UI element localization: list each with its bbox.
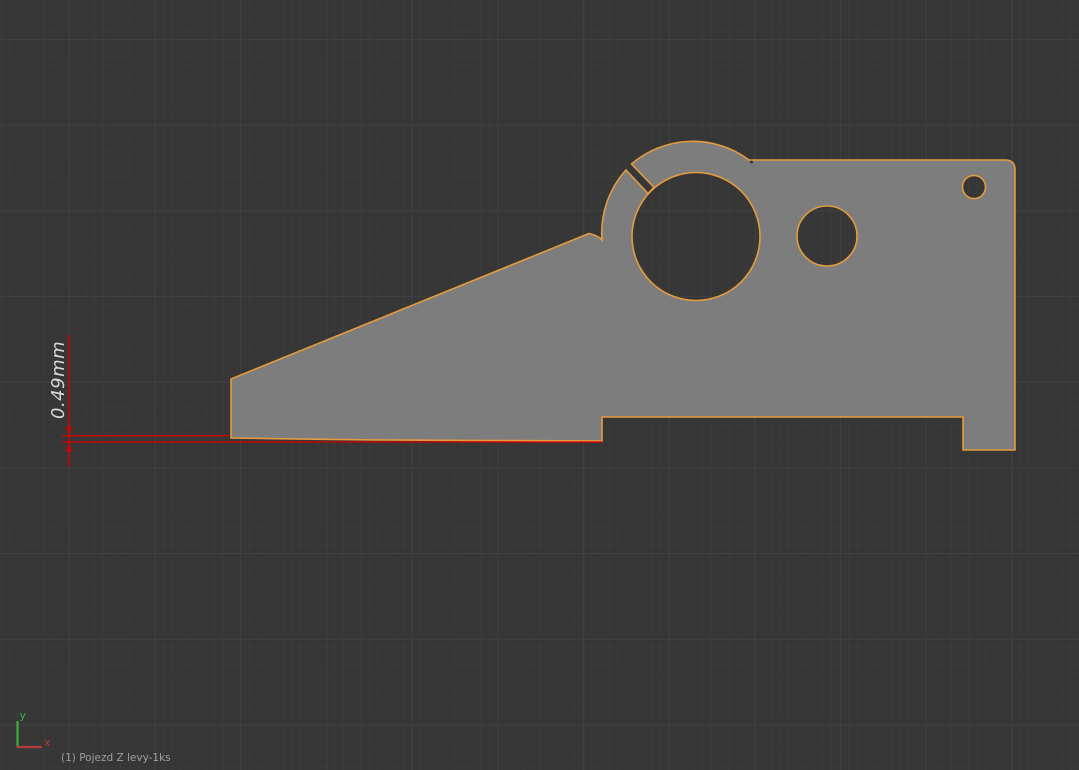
viewport-3d[interactable]: 0.49mm y x (1) Pojezd Z levy-1ks bbox=[0, 0, 1079, 770]
dimension-arrow-up-icon bbox=[66, 442, 72, 452]
dimension-value: 0.49mm bbox=[48, 341, 69, 419]
x-axis-label: x bbox=[44, 736, 51, 749]
active-object-label: (1) Pojezd Z levy-1ks bbox=[61, 752, 171, 764]
dimension-arrow-down-icon bbox=[66, 427, 72, 437]
vertex-dot bbox=[750, 161, 753, 164]
cad-canvas: 0.49mm y x bbox=[0, 0, 1079, 770]
y-axis-label: y bbox=[20, 709, 27, 722]
part-profile[interactable] bbox=[231, 141, 1015, 450]
axis-gizmo: y x bbox=[17, 709, 52, 749]
